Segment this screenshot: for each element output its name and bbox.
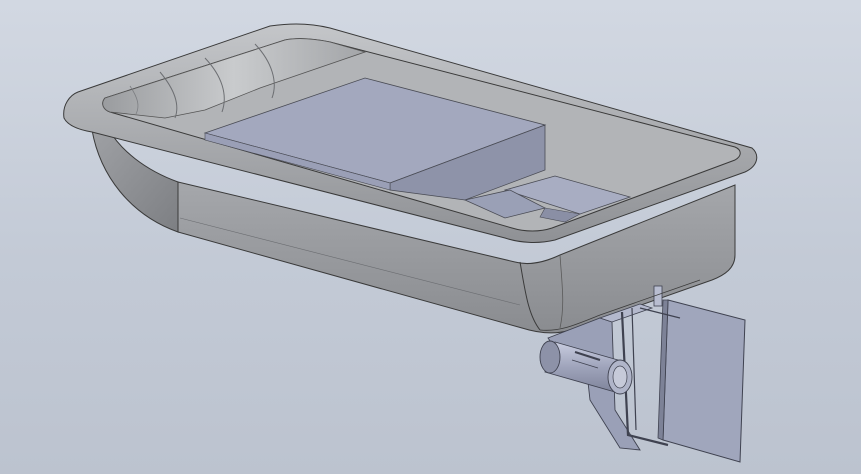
rudder-plate [657, 299, 746, 463]
cad-model-render [63, 23, 758, 463]
cad-viewport[interactable] [0, 0, 861, 474]
